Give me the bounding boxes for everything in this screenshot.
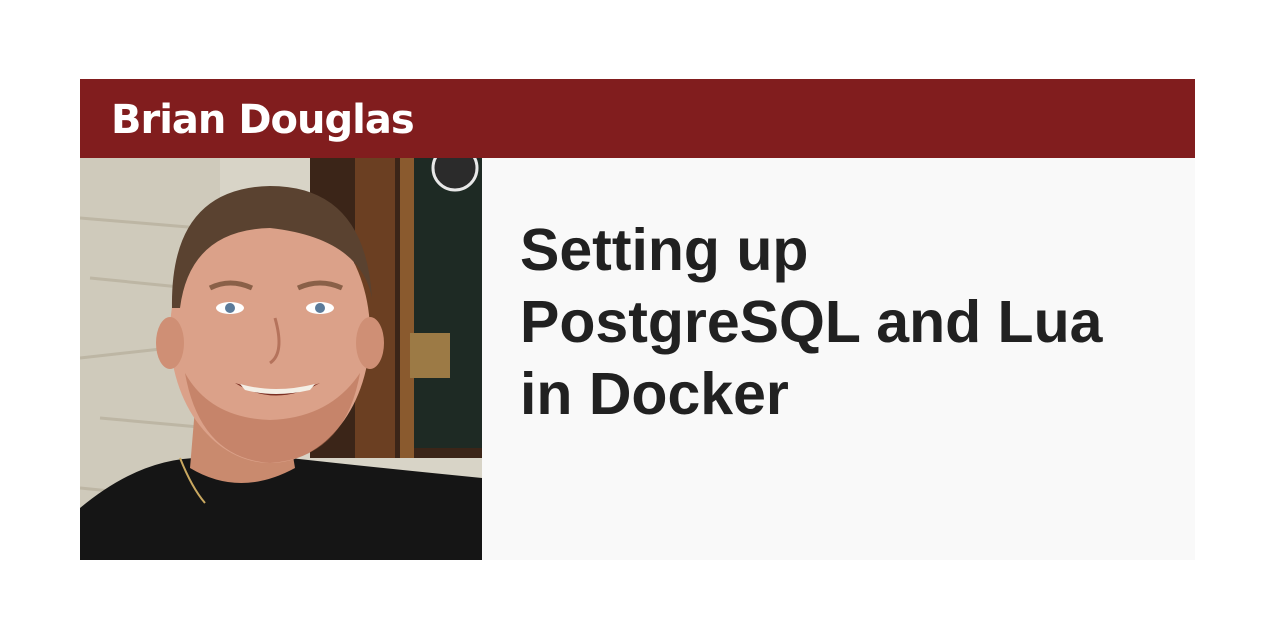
post-title: Setting up PostgreSQL and Lua in Docker [520, 217, 1103, 427]
post-content: Setting up PostgreSQL and Lua in Docker [482, 158, 1195, 560]
post-card: Brian Douglas Setting up PostgreSQL and … [80, 79, 1195, 560]
author-photo [80, 158, 482, 560]
author-name: Brian Douglas [111, 97, 415, 143]
author-banner: Brian Douglas [80, 79, 1195, 158]
